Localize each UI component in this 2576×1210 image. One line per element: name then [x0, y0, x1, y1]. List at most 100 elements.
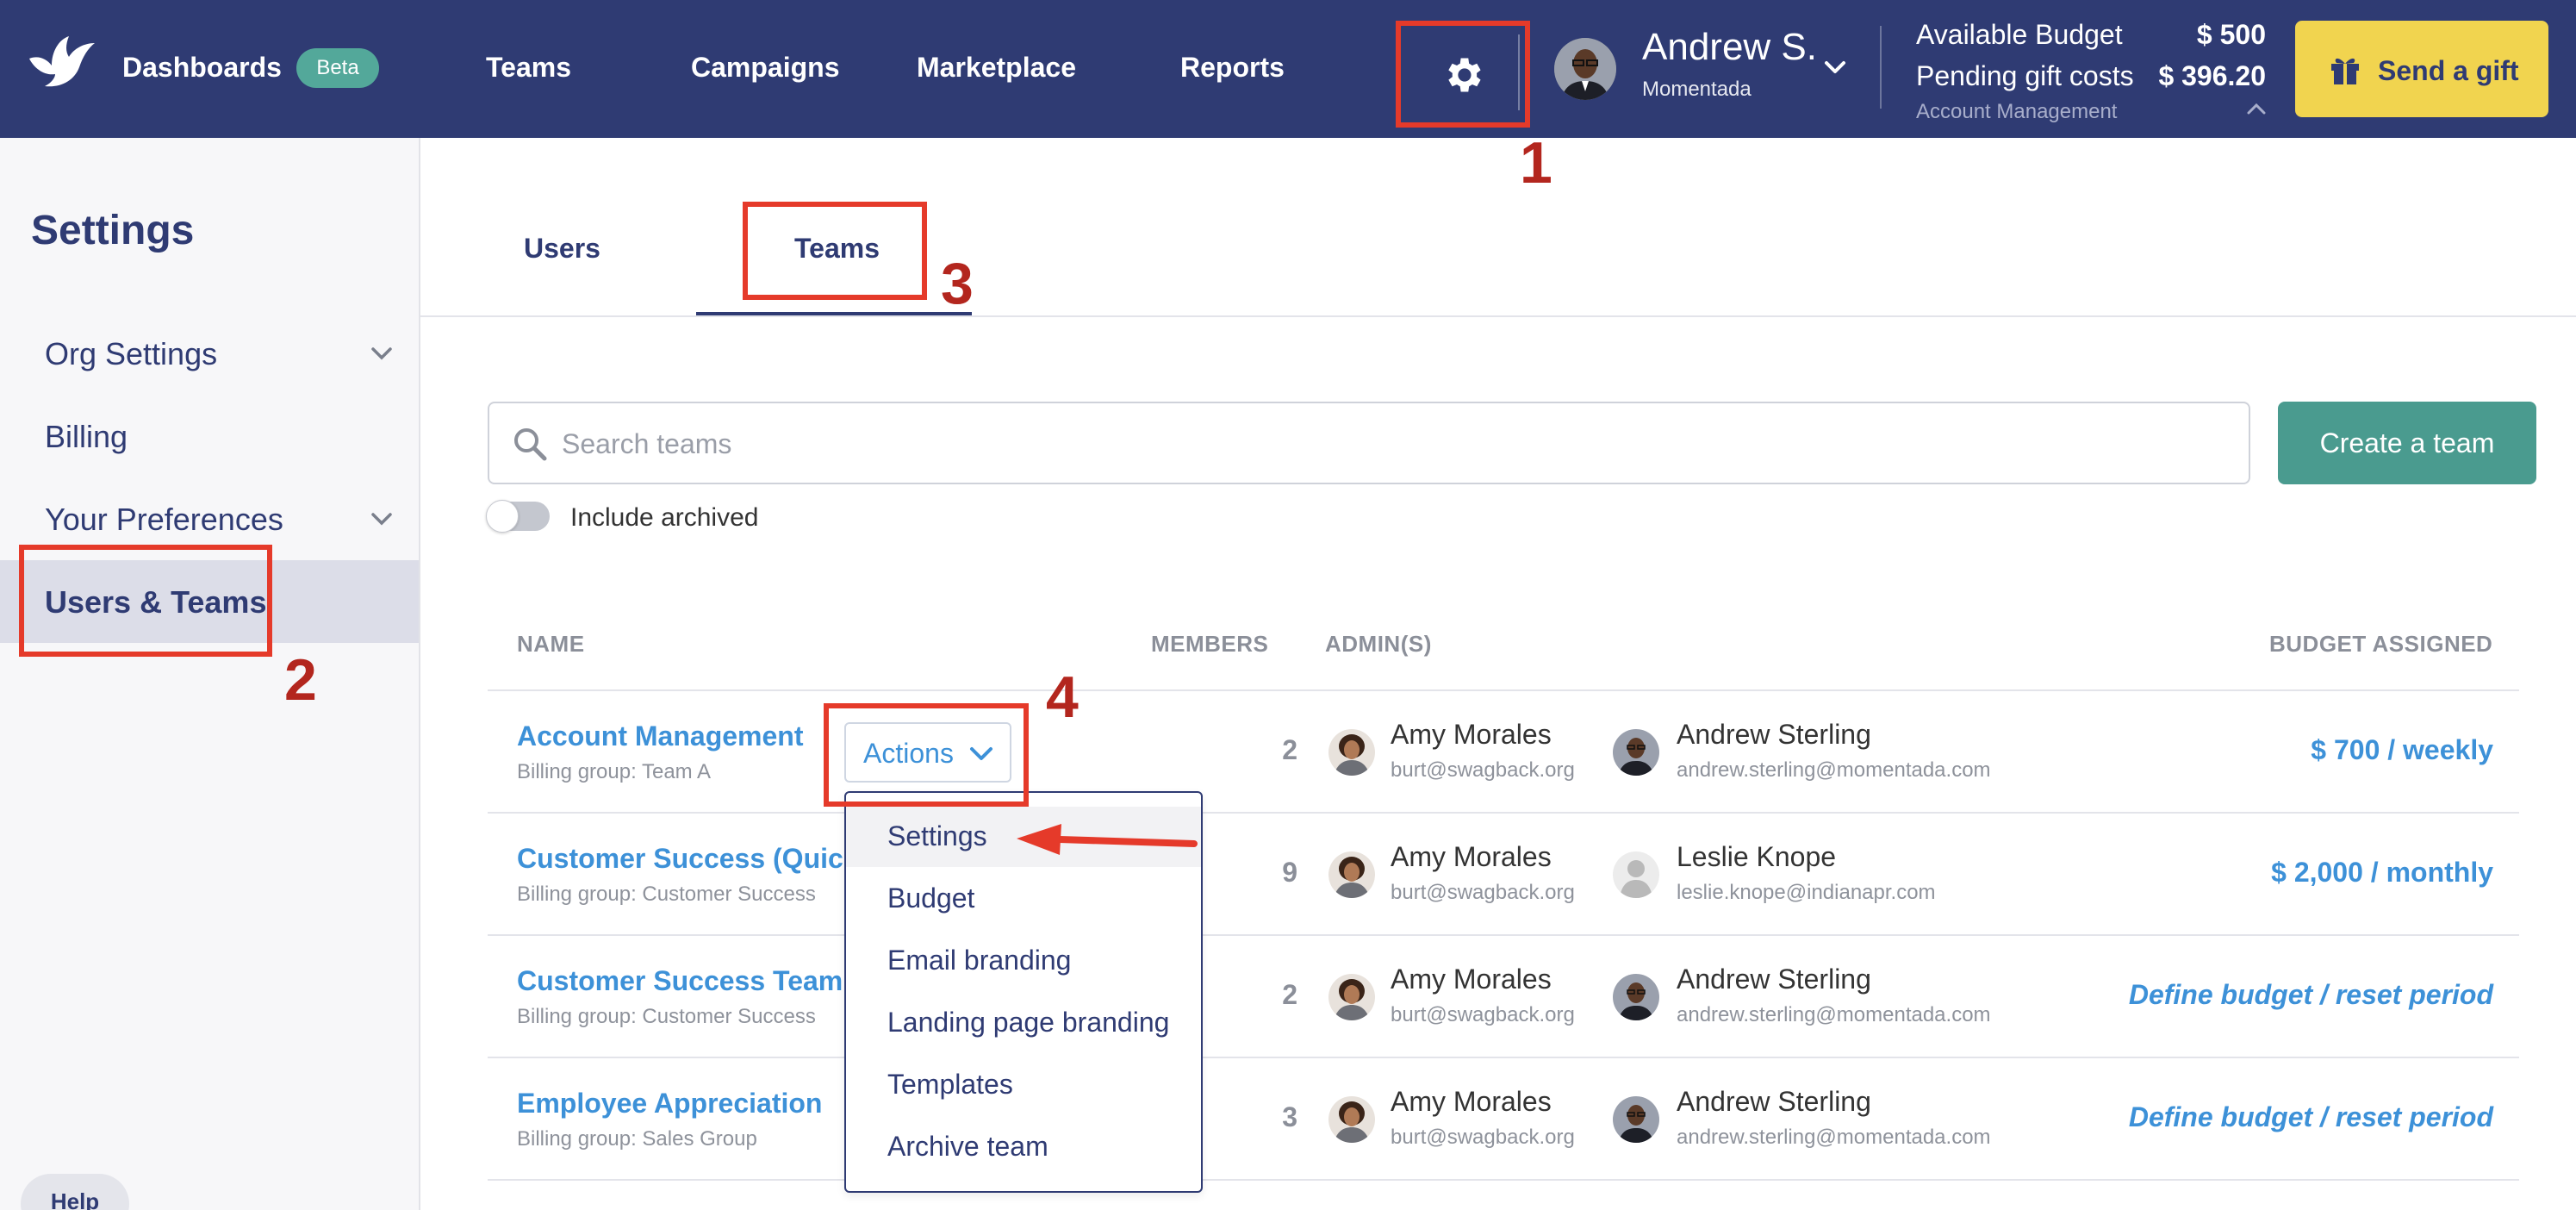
nav-marketplace-link[interactable]: Marketplace [917, 52, 1076, 84]
annotation-box-1 [1396, 21, 1530, 128]
search-icon [514, 428, 547, 461]
settings-sidebar: Settings Org Settings Billing Your Prefe… [0, 138, 420, 1210]
available-budget-label: Available Budget [1916, 19, 2123, 50]
annotation-box-4 [824, 703, 1029, 807]
menu-item-budget[interactable]: Budget [846, 869, 1201, 929]
pending-costs-value: $ 396.20 [2158, 60, 2266, 91]
menu-item-landing-page-branding[interactable]: Landing page branding [846, 993, 1201, 1053]
admin-email: burt@swagback.org [1391, 758, 1575, 782]
send-gift-button[interactable]: Send a gift [2295, 21, 2548, 117]
menu-item-label: Archive team [887, 1131, 1048, 1162]
admin-avatar [1328, 1096, 1375, 1143]
nav-divider [1880, 26, 1882, 109]
admin-avatar-placeholder [1613, 851, 1659, 898]
team-name-link[interactable]: Customer Success Team - E [517, 965, 886, 997]
admin-name: Amy Morales [1391, 841, 1552, 872]
admin-avatar [1328, 851, 1375, 898]
menu-item-archive-team[interactable]: Archive team [846, 1117, 1201, 1177]
chevron-up-icon[interactable] [2245, 100, 2268, 117]
billing-group: Billing group: Sales Group [517, 1127, 757, 1151]
tab-users[interactable]: Users [524, 233, 600, 265]
admin-name: Leslie Knope [1677, 841, 1837, 872]
create-team-button[interactable]: Create a team [2278, 402, 2536, 484]
members-count: 2 [1282, 979, 1297, 1010]
annotation-box-3 [743, 202, 927, 300]
gift-icon [2331, 58, 2359, 84]
annotation-number-3: 3 [941, 251, 974, 316]
admin-name: Andrew Sterling [1677, 1086, 1871, 1117]
team-name-link[interactable]: Customer Success (QuickS [517, 843, 877, 875]
members-count: 3 [1282, 1101, 1297, 1132]
admin-email: leslie.knope@indianapr.com [1677, 881, 1936, 904]
members-count: 2 [1282, 734, 1297, 765]
nav-reports-link[interactable]: Reports [1180, 52, 1285, 84]
menu-item-label: Templates [887, 1069, 1013, 1100]
arrow-left-icon [1017, 824, 1198, 855]
nav-teams-link[interactable]: Teams [486, 52, 571, 84]
billing-group: Billing group: Customer Success [517, 1005, 816, 1028]
help-button[interactable]: Help [21, 1174, 129, 1210]
sidebar-item-label: Your Preferences [45, 502, 283, 537]
admin-email: andrew.sterling@momentada.com [1677, 1126, 1991, 1149]
nav-campaigns-link[interactable]: Campaigns [691, 52, 839, 84]
chevron-down-icon[interactable] [1821, 53, 1849, 81]
menu-item-label: Email branding [887, 945, 1072, 976]
menu-item-label: Settings [887, 820, 987, 851]
define-budget-link[interactable]: Define budget / reset period [2129, 979, 2493, 1011]
sidebar-title: Settings [31, 208, 195, 253]
search-input[interactable] [562, 419, 2199, 469]
pending-costs-label: Pending gift costs [1916, 60, 2134, 91]
define-budget-link[interactable]: Define budget / reset period [2129, 1101, 2493, 1133]
billing-group: Billing group: Customer Success [517, 883, 816, 906]
toggle-knob [486, 500, 519, 533]
menu-item-label: Budget [887, 883, 975, 914]
budget-assigned-link[interactable]: $ 700 / weekly [2311, 734, 2493, 766]
user-avatar[interactable] [1554, 38, 1616, 100]
admin-email: andrew.sterling@momentada.com [1677, 1003, 1991, 1026]
annotation-number-1: 1 [1520, 130, 1552, 196]
beta-badge: Beta [296, 48, 379, 88]
annotation-number-4: 4 [1046, 664, 1079, 730]
account-management-label[interactable]: Account Management [1916, 100, 2117, 124]
annotation-box-2 [19, 545, 272, 657]
admin-avatar [1613, 974, 1659, 1020]
admin-email: burt@swagback.org [1391, 1126, 1575, 1149]
table-row: Customer Success Team - E Billing group:… [488, 936, 2519, 1058]
admin-email: andrew.sterling@momentada.com [1677, 758, 1991, 782]
table-row: Customer Success (QuickS Billing group: … [488, 814, 2519, 936]
billing-group: Billing group: Team A [517, 760, 712, 783]
annotation-number-2: 2 [284, 647, 317, 713]
sidebar-item-label: Billing [45, 419, 128, 454]
admin-email: burt@swagback.org [1391, 881, 1575, 904]
user-name[interactable]: Andrew S. [1642, 26, 1817, 69]
search-box [488, 402, 2250, 484]
budget-assigned-link[interactable]: $ 2,000 / monthly [2271, 857, 2493, 889]
chevron-down-icon [371, 347, 392, 360]
table-row: Employee Appreciation Billing group: Sal… [488, 1058, 2519, 1181]
admin-name: Andrew Sterling [1677, 964, 1871, 995]
user-org: Momentada [1642, 78, 1752, 101]
admin-avatar [1328, 729, 1375, 776]
team-name-link[interactable]: Employee Appreciation [517, 1088, 822, 1120]
admin-avatar [1613, 1096, 1659, 1143]
team-name-link[interactable]: Account Management [517, 720, 803, 752]
bird-logo-icon[interactable] [26, 33, 96, 93]
sidebar-item-org-settings[interactable]: Org Settings [0, 312, 419, 395]
menu-item-templates[interactable]: Templates [846, 1055, 1201, 1115]
sidebar-item-label: Org Settings [45, 336, 218, 371]
menu-item-email-branding[interactable]: Email branding [846, 931, 1201, 991]
admin-name: Amy Morales [1391, 1086, 1552, 1117]
admin-name: Andrew Sterling [1677, 719, 1871, 750]
chevron-down-icon [371, 513, 392, 526]
send-gift-label: Send a gift [2378, 55, 2519, 86]
column-header-admins: ADMIN(S) [1325, 631, 1432, 657]
available-budget-value: $ 500 [2196, 19, 2266, 50]
members-count: 9 [1282, 857, 1297, 888]
nav-dashboards-link[interactable]: Dashboards [122, 52, 282, 84]
column-header-name: NAME [517, 631, 585, 657]
column-header-members: MEMBERS [1151, 631, 1269, 657]
column-header-budget: BUDGET ASSIGNED [2269, 631, 2493, 657]
sidebar-item-billing[interactable]: Billing [0, 395, 419, 477]
admin-name: Amy Morales [1391, 719, 1552, 750]
include-archived-toggle[interactable] [486, 500, 550, 533]
